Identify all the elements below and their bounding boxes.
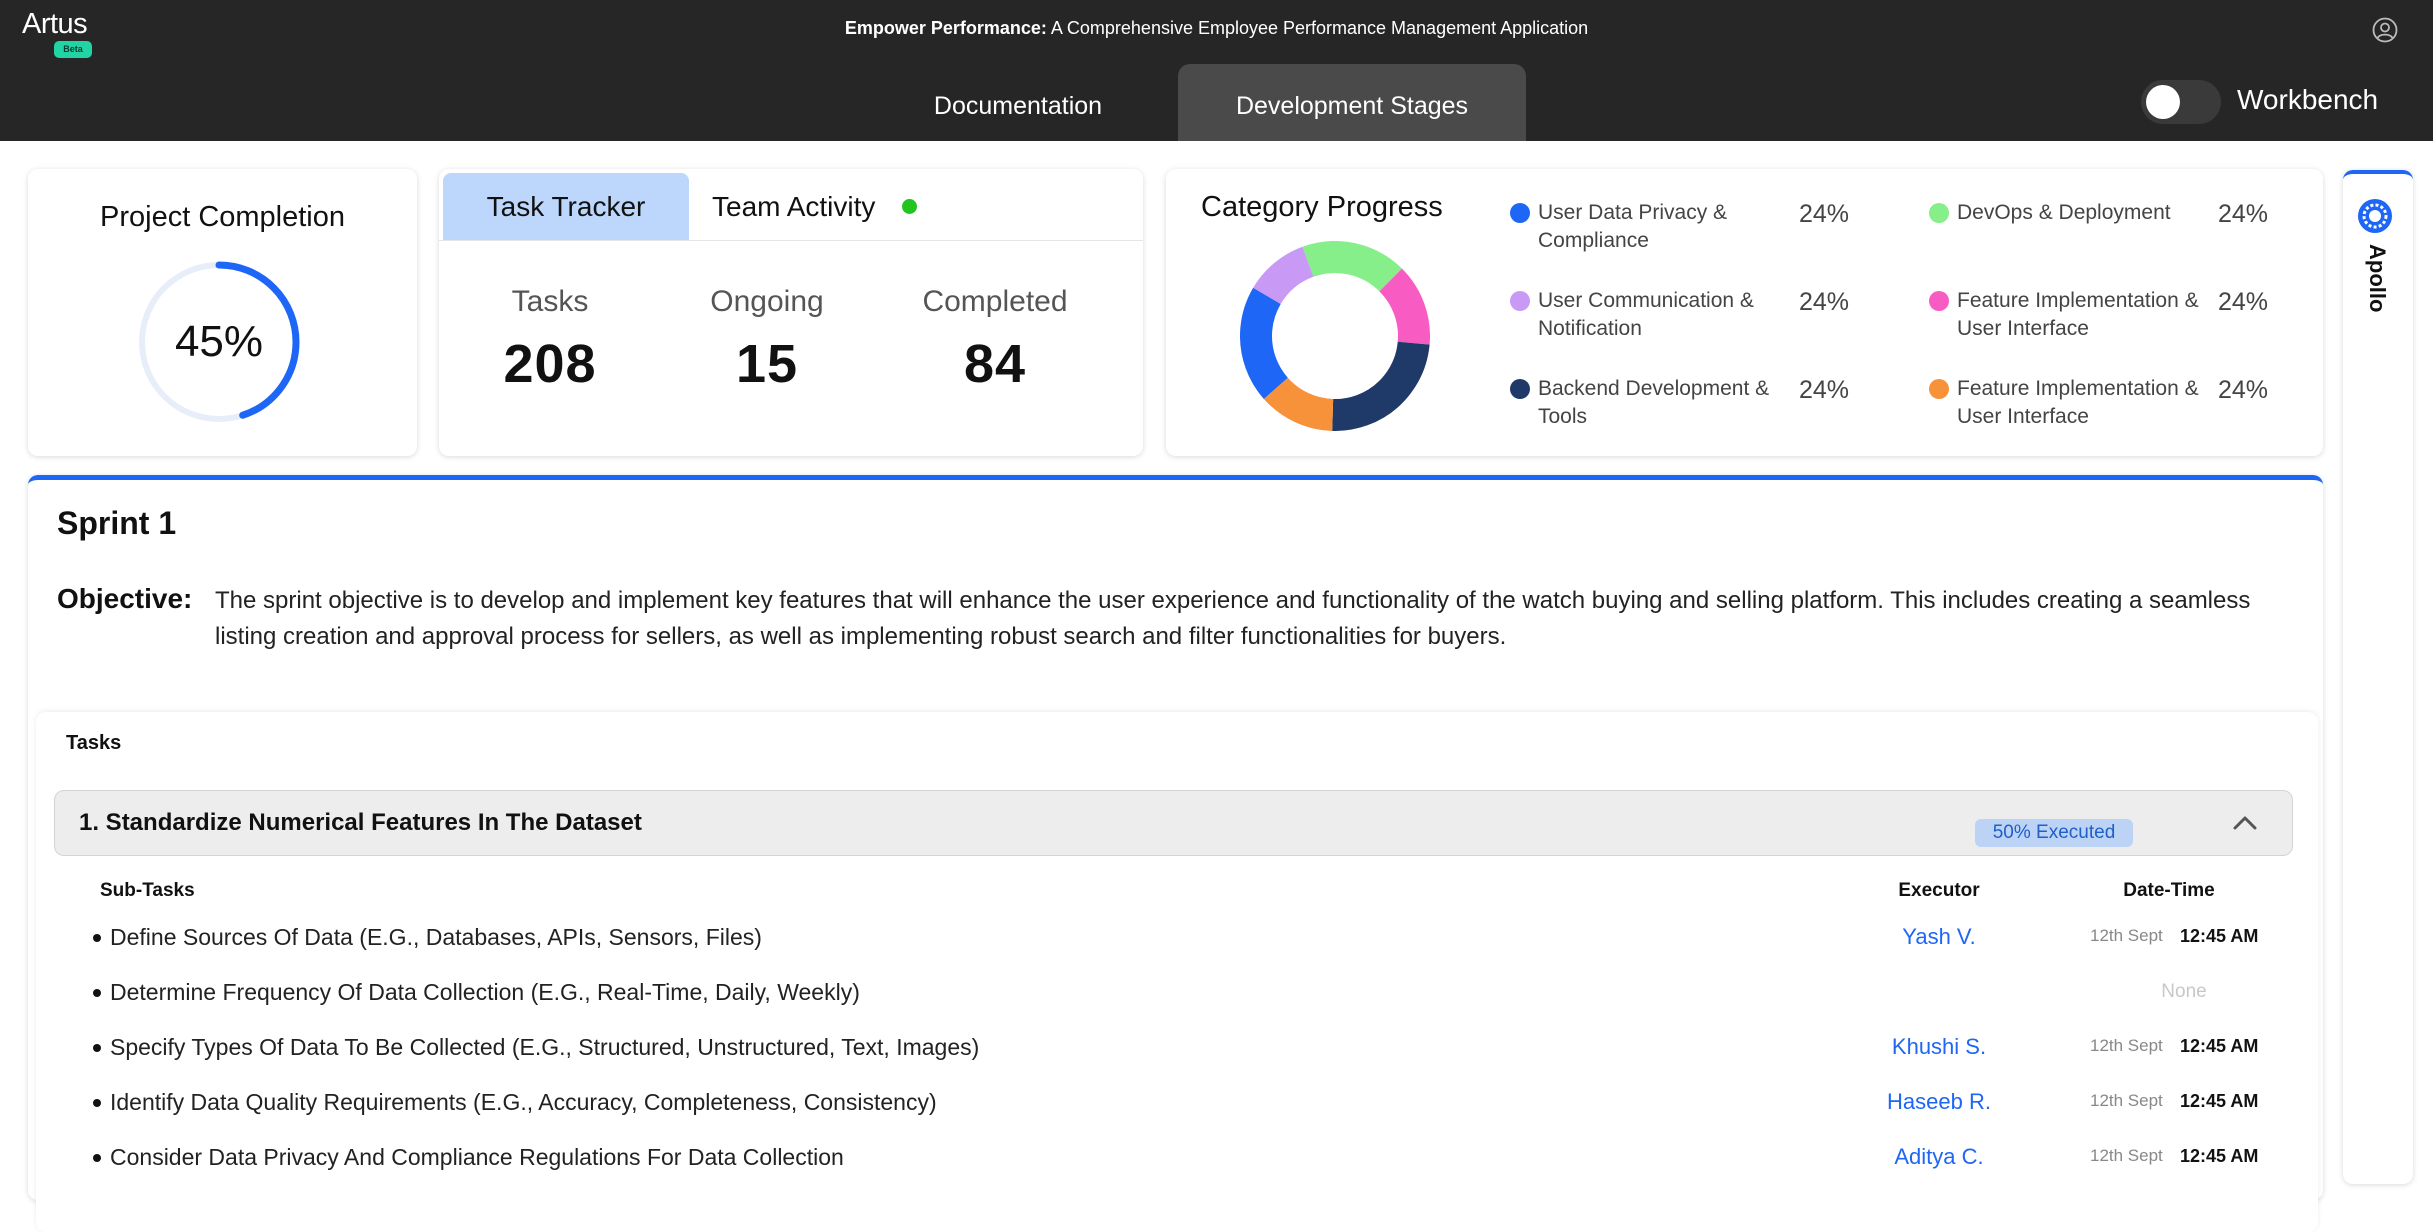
workbench-label: Workbench: [2237, 84, 2379, 115]
subtask-text: Specify Types Of Data To Be Collected (E…: [110, 1034, 980, 1060]
subtask-time: 12:45 AM: [2180, 1091, 2259, 1111]
project-completion-card: Project Completion 45%: [28, 169, 417, 456]
stat-label: Completed: [922, 285, 1068, 318]
executor-link[interactable]: Haseeb R.: [1854, 1089, 2024, 1115]
subtask-date: 12th Sept: [2090, 1036, 2163, 1055]
stat-tasks: Tasks 208: [450, 285, 650, 395]
subtask-time: 12:45 AM: [2180, 926, 2259, 946]
app-title-bold: Empower Performance:: [844, 18, 1047, 38]
legend-label: Feature Implementation & User Interface: [1957, 289, 2199, 340]
stat-label: Ongoing: [710, 285, 824, 318]
legend-color-dot: [1929, 291, 1949, 311]
tasks-heading: Tasks: [66, 732, 122, 754]
task-accordion-header[interactable]: 1. Standardize Numerical Features In The…: [54, 790, 2293, 856]
legend-color-dot: [1929, 203, 1949, 223]
legend-color-dot: [1510, 379, 1530, 399]
legend-color-dot: [1510, 291, 1530, 311]
legend-color-dot: [1929, 379, 1949, 399]
subtask-row: Identify Data Quality Requirements (E.G.…: [36, 1083, 2318, 1123]
subtask-text: Determine Frequency Of Data Collection (…: [110, 979, 860, 1005]
chevron-up-icon[interactable]: [2231, 811, 2259, 833]
legend-label: Feature Implementation & User Interface: [1957, 377, 2199, 428]
completion-percentage: 45%: [174, 317, 264, 366]
column-header-datetime: Date-Time: [2123, 880, 2215, 901]
legend-color-dot: [1510, 203, 1530, 223]
apollo-icon[interactable]: [2356, 197, 2394, 235]
bullet: [93, 934, 101, 942]
executor-link[interactable]: Aditya C.: [1854, 1144, 2024, 1170]
task-title: 1. Standardize Numerical Features In The…: [79, 809, 642, 836]
tab-development-stages[interactable]: Development Stages: [1178, 64, 1526, 141]
stat-label: Tasks: [511, 285, 589, 318]
legend-label: User Data Privacy & Compliance: [1538, 201, 1728, 252]
objective-label: Objective:: [57, 583, 193, 614]
project-completion-title: Project Completion: [100, 201, 345, 233]
stat-value: 15: [735, 334, 799, 394]
stat-completed: Completed 84: [895, 285, 1095, 395]
executor-link[interactable]: Yash V.: [1854, 924, 2024, 950]
activity-status-dot: [902, 199, 917, 214]
tab-task-tracker[interactable]: Task Tracker: [443, 173, 689, 240]
bullet: [93, 1044, 101, 1052]
category-progress-card: Category Progress User Data Privacy & Co…: [1166, 169, 2323, 456]
tab-team-activity[interactable]: Team Activity: [712, 173, 875, 240]
subtask-text: Consider Data Privacy And Compliance Reg…: [110, 1144, 844, 1170]
subtask-date: 12th Sept: [2090, 926, 2163, 945]
app-title-rest: A Comprehensive Employee Performance Man…: [1046, 18, 1589, 38]
subtask-row: Determine Frequency Of Data Collection (…: [36, 973, 2318, 1013]
subtask-time: 12:45 AM: [2180, 1146, 2259, 1166]
subtask-row: Specify Types Of Data To Be Collected (E…: [36, 1028, 2318, 1068]
app-title: Empower Performance: A Comprehensive Emp…: [0, 18, 2433, 39]
column-header-subtasks: Sub-Tasks: [100, 880, 195, 901]
subtask-time: 12:45 AM: [2180, 1036, 2259, 1056]
legend-percentage: 24%: [1799, 376, 1850, 404]
subtask-row: Define Sources Of Data (E.G., Databases,…: [36, 918, 2318, 958]
legend-label: DevOps & Deployment: [1957, 201, 2171, 224]
apollo-side-panel[interactable]: Apollo: [2343, 170, 2413, 1184]
legend-percentage: 24%: [2218, 376, 2269, 404]
legend-percentage: 24%: [1799, 288, 1850, 316]
top-header: Artus Beta Empower Performance: A Compre…: [0, 0, 2433, 141]
beta-badge: Beta: [54, 41, 92, 58]
tracker-divider: [439, 240, 1143, 241]
subtask-text: Define Sources Of Data (E.G., Databases,…: [110, 924, 762, 950]
stat-value: 208: [503, 334, 597, 394]
objective-text: The sprint objective is to develop and i…: [215, 587, 2251, 650]
subtask-row: Consider Data Privacy And Compliance Reg…: [36, 1138, 2318, 1178]
sprint-title: Sprint 1: [57, 505, 177, 541]
legend-percentage: 24%: [2218, 288, 2269, 316]
legend-percentage: 24%: [1799, 200, 1850, 228]
bullet: [93, 989, 101, 997]
tab-documentation[interactable]: Documentation: [898, 64, 1138, 141]
user-profile-icon[interactable]: [2372, 17, 2398, 43]
stat-value: 84: [963, 334, 1027, 394]
execution-status-badge: 50% Executed: [1975, 819, 2133, 847]
subtask-date: 12th Sept: [2090, 1146, 2163, 1165]
task-tracker-card: Task Tracker Team Activity Tasks 208 Ong…: [439, 169, 1143, 456]
bullet: [93, 1154, 101, 1162]
sprint-panel: Sprint 1 Objective: The sprint objective…: [28, 475, 2323, 1232]
subtask-date: 12th Sept: [2090, 1091, 2163, 1110]
tasks-container: Tasks 1. Standardize Numerical Features …: [36, 712, 2318, 1232]
legend-label: User Communication & Notification: [1538, 289, 1754, 340]
legend-label: Backend Development & Tools: [1538, 377, 1770, 428]
bullet: [93, 1099, 101, 1107]
workbench-toggle-knob[interactable]: [2146, 85, 2180, 119]
apollo-label: Apollo: [2365, 244, 2390, 313]
column-header-executor: Executor: [1898, 880, 1980, 901]
category-donut-chart: [1240, 241, 1430, 431]
datetime-none: None: [2161, 981, 2207, 1002]
legend-percentage: 24%: [2218, 200, 2269, 228]
category-progress-title: Category Progress: [1201, 191, 1443, 223]
stat-ongoing: Ongoing 15: [667, 285, 867, 395]
subtask-text: Identify Data Quality Requirements (E.G.…: [110, 1089, 937, 1115]
executor-link[interactable]: Khushi S.: [1854, 1034, 2024, 1060]
